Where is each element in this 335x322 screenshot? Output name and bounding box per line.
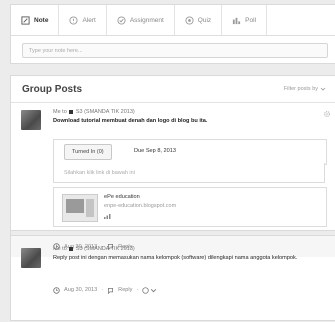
post-meta-group[interactable]: S3 (SMANDA TIK 2013)	[76, 109, 135, 115]
turned-in-button[interactable]: Turned In (0)	[64, 144, 112, 160]
assignment-icon	[117, 15, 126, 25]
alert-icon	[69, 15, 79, 25]
note-icon	[21, 15, 30, 25]
tab-assignment-label: Assignment	[129, 16, 164, 24]
post-composer: Note Alert Assignment Quiz Poll Type you…	[10, 4, 335, 64]
post-item: Me to S3 (SMANDA TIK 2013) Reply post in…	[11, 236, 335, 322]
dot-separator: ·	[136, 287, 139, 293]
composer-tabs: Note Alert Assignment Quiz Poll	[11, 5, 335, 36]
post-text: Reply post ini dengan memasukan nama kel…	[53, 255, 298, 261]
tab-alert-label: Alert	[82, 16, 96, 24]
tab-poll[interactable]: Poll	[222, 5, 268, 35]
group-posts-header: Group Posts Filter posts by	[11, 76, 335, 103]
chevron-down-icon	[151, 288, 157, 292]
dot-separator: ·	[101, 287, 104, 293]
post-meta-prefix: Me to	[53, 109, 67, 115]
assignment-box: Turned In (0) Due Sep 8, 2013	[53, 139, 327, 165]
share-menu[interactable]	[142, 286, 157, 294]
filter-posts-dropdown[interactable]: Filter posts by	[284, 86, 326, 92]
reply-icon	[108, 287, 114, 294]
link-url[interactable]: enpe-education.blogspot.com	[104, 203, 176, 209]
group-square-icon	[69, 109, 74, 114]
post-date[interactable]: Aug 30, 2013	[64, 287, 97, 293]
group-square-icon	[69, 246, 74, 251]
post-meta-group[interactable]: S3 (SMANDA TIK 2013)	[76, 246, 135, 252]
due-date: Due Sep 8, 2013	[134, 148, 176, 154]
tab-alert[interactable]: Alert	[59, 5, 107, 35]
link-thumbnail	[62, 194, 98, 222]
poll-icon	[233, 17, 241, 24]
post-meta: Me to S3 (SMANDA TIK 2013)	[53, 246, 135, 252]
reply-button[interactable]: Reply	[118, 287, 132, 293]
filter-posts-label: Filter posts by	[283, 86, 318, 92]
tab-quiz-label: Quiz	[197, 16, 212, 24]
link-title[interactable]: ePe education	[104, 194, 140, 200]
note-input[interactable]: Type your note here...	[22, 43, 328, 58]
group-posts-title: Group Posts	[22, 83, 83, 95]
link-preview-card[interactable]: ePe education enpe-education.blogspot.co…	[53, 187, 327, 227]
tab-assignment[interactable]: Assignment	[107, 5, 175, 35]
post-meta: Me to S3 (SMANDA TIK 2013)	[53, 109, 135, 115]
assignment-instruction: Silahkan klik link di bawah ini	[53, 163, 325, 183]
tab-poll-label: Poll	[245, 16, 257, 24]
gear-icon[interactable]	[323, 110, 331, 118]
quiz-icon	[185, 15, 194, 25]
avatar	[21, 110, 41, 130]
post-text: Download tutorial membuat denah dan logo…	[53, 118, 208, 124]
avatar	[21, 248, 41, 268]
chevron-down-icon	[320, 87, 326, 91]
tab-note[interactable]: Note	[11, 5, 60, 35]
tab-note-label: Note	[34, 16, 49, 24]
post-footer: Aug 30, 2013 · Reply ·	[11, 279, 335, 301]
post-meta-prefix: Me to	[53, 246, 67, 252]
signal-icon	[104, 214, 111, 219]
tab-quiz[interactable]: Quiz	[175, 5, 223, 35]
group-posts-panel: Group Posts Filter posts by Me to S3 (SM…	[10, 75, 335, 321]
clock-icon	[53, 286, 60, 294]
share-icon	[142, 286, 150, 294]
